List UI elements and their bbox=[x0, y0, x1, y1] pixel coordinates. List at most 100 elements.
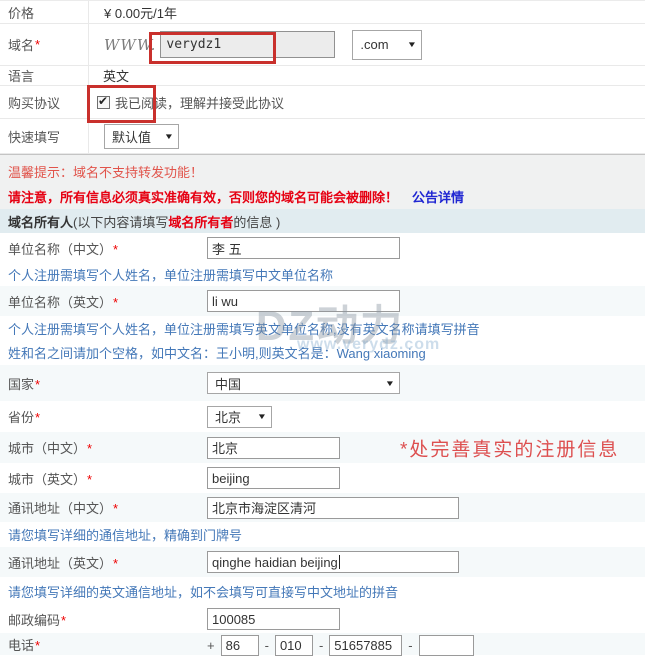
form-row: 请您填写详细的英文通信地址，如不会填写可直接写中文地址的拼音 bbox=[0, 577, 645, 605]
form-row: 城市（中文）* 北京 *处完善真实的注册信息 bbox=[0, 432, 645, 463]
chevron-down-icon: ▼ bbox=[164, 132, 174, 141]
price-label: 价格 bbox=[0, 1, 89, 23]
section-title: 域名所有人 bbox=[8, 212, 73, 231]
language-row: 语言 英文 bbox=[0, 66, 645, 86]
required-asterisk: * bbox=[61, 613, 66, 628]
field-label-text: 国家 bbox=[8, 377, 34, 392]
required-asterisk: * bbox=[113, 242, 118, 257]
form-row: 省份*北京▼ bbox=[0, 401, 645, 432]
language-value: 英文 bbox=[103, 66, 129, 85]
domain-name-input[interactable]: verydz1 bbox=[160, 31, 335, 58]
required-asterisk: * bbox=[113, 295, 118, 310]
phone-part-input[interactable]: 51657885 bbox=[329, 635, 402, 656]
tld-select[interactable]: .com ▼ bbox=[352, 30, 422, 60]
form-row: 通讯地址（英文）* qinghe haidian beijing bbox=[0, 547, 645, 577]
field-label: 通讯地址（中文）* bbox=[0, 498, 207, 517]
chevron-down-icon: ▼ bbox=[385, 379, 395, 388]
city-en-input[interactable]: beijing bbox=[207, 467, 340, 489]
section-subtitle-pre: (以下内容请填写 bbox=[73, 212, 168, 231]
form-row: 单位名称（英文）* li wu bbox=[0, 286, 645, 316]
field-label-text: 邮政编码 bbox=[8, 613, 60, 628]
required-asterisk: * bbox=[113, 556, 118, 571]
announcement-link[interactable]: 公告详情 bbox=[412, 190, 464, 205]
domain-name-value: verydz1 bbox=[166, 37, 221, 52]
agreement-text: 我已阅读，理解并接受此协议 bbox=[115, 93, 284, 112]
chevron-down-icon: ▼ bbox=[407, 40, 417, 49]
form-row: 单位名称（中文）*李 五 bbox=[0, 233, 645, 263]
form-row: 请您填写详细的通信地址，精确到门牌号 bbox=[0, 522, 645, 547]
form-row: 国家*中国▼ bbox=[0, 365, 645, 401]
owner-form: 单位名称（中文）*李 五个人注册需填写个人姓名，单位注册需填写中文单位名称单位名… bbox=[0, 233, 645, 655]
field-label: 单位名称（中文）* bbox=[0, 239, 207, 258]
field-label-text: 通讯地址（中文） bbox=[8, 501, 112, 516]
field-label-text: 城市（英文） bbox=[8, 472, 86, 487]
input-value: 51657885 bbox=[334, 638, 392, 653]
city-cn-input[interactable]: 北京 bbox=[207, 437, 340, 459]
language-label: 语言 bbox=[0, 66, 89, 85]
input-value: 北京 bbox=[212, 438, 238, 457]
phone-part-input[interactable]: 010 bbox=[275, 635, 313, 656]
quick-fill-select[interactable]: 默认值 ▼ bbox=[104, 124, 179, 149]
red-annotation-text: *处完善真实的注册信息 bbox=[400, 434, 619, 461]
language-label-text: 语言 bbox=[8, 66, 34, 85]
warning-text-body: 请注意，所有信息必须真实准确有效，否则您的域名可能会被删除！ bbox=[8, 190, 398, 205]
address-cn-input[interactable]: 北京市海淀区清河 bbox=[207, 497, 459, 519]
form-row: 通讯地址（中文）*北京市海淀区清河 bbox=[0, 493, 645, 522]
tld-selected-value: .com bbox=[360, 37, 388, 52]
field-label-text: 电话 bbox=[8, 638, 34, 653]
agreement-row: 购买协议 ✔ 我已阅读，理解并接受此协议 bbox=[0, 86, 645, 119]
phone-part-input[interactable]: 86 bbox=[221, 635, 259, 656]
agreement-label-text: 购买协议 bbox=[8, 93, 60, 112]
input-value: 010 bbox=[280, 638, 302, 653]
agreement-checkbox[interactable]: ✔ bbox=[97, 96, 110, 109]
country-select[interactable]: 中国▼ bbox=[207, 372, 400, 394]
input-value: 100085 bbox=[212, 612, 255, 627]
agreement-label: 购买协议 bbox=[0, 86, 89, 118]
org-name-cn-input[interactable]: 李 五 bbox=[207, 237, 400, 259]
helper-text: 请您填写详细的英文通信地址，如不会填写可直接写中文地址的拼音 bbox=[0, 582, 398, 601]
tip-text: 温馨提示：域名不支持转发功能！ bbox=[8, 164, 645, 181]
phone-part-input[interactable] bbox=[419, 635, 474, 656]
zipcode-input[interactable]: 100085 bbox=[207, 608, 340, 630]
field-label: 邮政编码* bbox=[0, 610, 207, 629]
input-value: 86 bbox=[226, 638, 240, 653]
section-subtitle-post: 的信息 ) bbox=[233, 212, 280, 231]
select-selected-value: 北京 bbox=[215, 407, 241, 426]
input-value: li wu bbox=[212, 294, 238, 309]
www-prefix: WWW. bbox=[104, 36, 156, 54]
address-en-input[interactable]: qinghe haidian beijing bbox=[207, 551, 459, 573]
org-name-en-input[interactable]: li wu bbox=[207, 290, 400, 312]
quick-fill-selected-value: 默认值 bbox=[112, 127, 151, 146]
field-label: 城市（英文）* bbox=[0, 469, 207, 488]
price-row: 价格 ¥ 0.00元/1年 bbox=[0, 1, 645, 24]
text-cursor bbox=[339, 555, 340, 569]
phone-separator: - bbox=[319, 638, 323, 653]
domain-row: 域名* WWW. verydz1 .com ▼ bbox=[0, 24, 645, 66]
form-row: 电话*+86-010-51657885- bbox=[0, 633, 645, 655]
phone-separator: - bbox=[408, 638, 412, 653]
form-row: 姓和名之间请加个空格，如中文名：王小明,则英文名是：Wang xiaoming bbox=[0, 340, 645, 365]
province-select[interactable]: 北京 ▼ bbox=[207, 406, 272, 428]
owner-section-header: 域名所有人 (以下内容请填写域名所有者的信息 ) bbox=[0, 209, 645, 233]
field-label-text: 通讯地址（英文） bbox=[8, 556, 112, 571]
field-label: 电话* bbox=[0, 635, 207, 654]
check-icon: ✔ bbox=[98, 94, 108, 108]
input-value: qinghe haidian beijing bbox=[212, 555, 338, 570]
quick-fill-label: 快速填写 bbox=[0, 119, 89, 153]
helper-text: 个人注册需填写个人姓名，单位注册需填写英文单位名称,没有英文名称请填写拼音 bbox=[0, 319, 480, 338]
section-subtitle-em: 域名所有者 bbox=[168, 212, 233, 231]
required-asterisk: * bbox=[113, 501, 118, 516]
product-attributes-table: 价格 ¥ 0.00元/1年 域名* WWW. verydz1 .com ▼ 语言… bbox=[0, 0, 645, 154]
required-asterisk: * bbox=[35, 37, 40, 52]
form-row: 城市（英文）* beijing bbox=[0, 463, 645, 493]
chevron-down-icon: ▼ bbox=[257, 412, 267, 421]
field-label: 城市（中文）* bbox=[0, 438, 207, 457]
helper-text: 姓和名之间请加个空格，如中文名：王小明,则英文名是：Wang xiaoming bbox=[0, 343, 426, 362]
input-value: beijing bbox=[212, 471, 250, 486]
domain-label: 域名* bbox=[0, 24, 89, 65]
field-label-text: 单位名称（中文） bbox=[8, 242, 112, 257]
price-value: ¥ 0.00元/1年 bbox=[104, 3, 177, 22]
field-label-text: 省份 bbox=[8, 410, 34, 425]
field-label-text: 单位名称（英文） bbox=[8, 295, 112, 310]
form-row: 个人注册需填写个人姓名，单位注册需填写英文单位名称,没有英文名称请填写拼音 bbox=[0, 316, 645, 340]
